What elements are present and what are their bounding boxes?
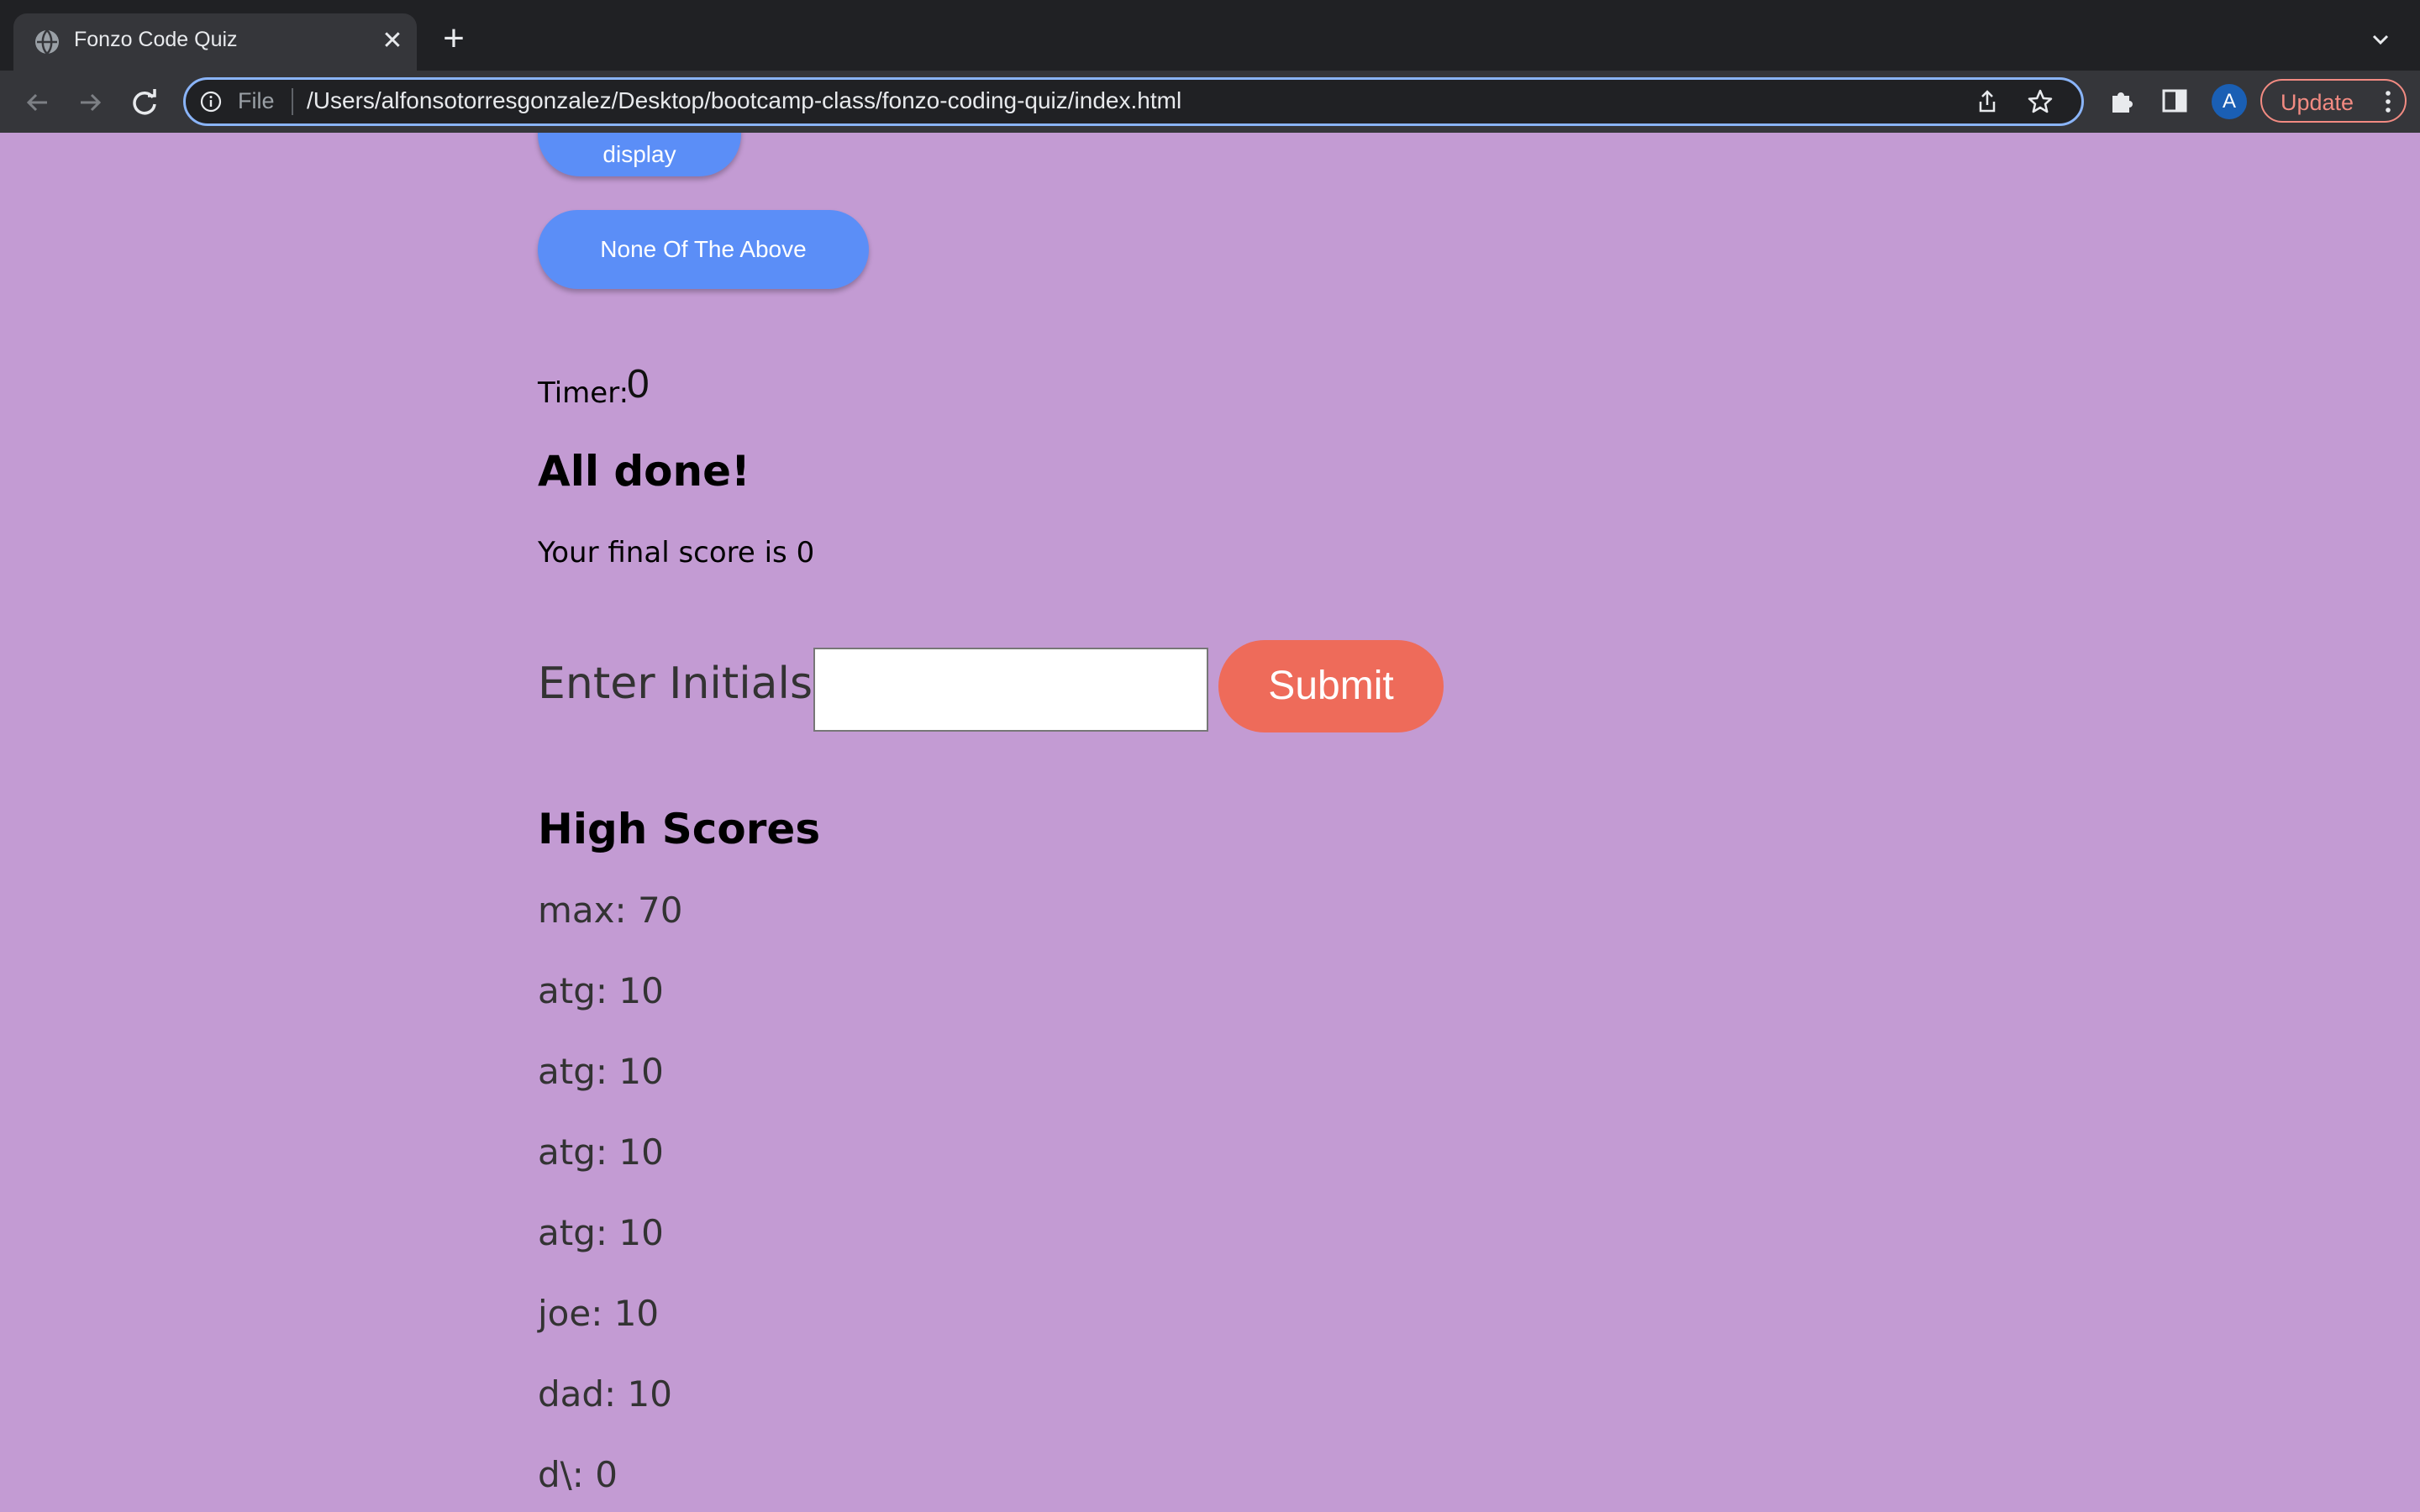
plus-icon[interactable]: + bbox=[437, 20, 471, 57]
tab-fonzo-code-quiz[interactable]: Fonzo Code Quiz ✕ bbox=[13, 13, 417, 71]
final-score-text: Your final score is 0 bbox=[538, 536, 815, 570]
high-score-item: d\: 0 bbox=[538, 1454, 618, 1495]
star-icon[interactable] bbox=[2026, 87, 2054, 116]
update-label: Update bbox=[2281, 90, 2354, 115]
high-score-item: dad: 10 bbox=[538, 1373, 673, 1415]
address-bar[interactable]: File /Users/alfonsotorresgonzalez/Deskto… bbox=[183, 77, 2084, 126]
side-panel-icon[interactable] bbox=[2160, 86, 2190, 116]
back-arrow-icon[interactable] bbox=[20, 86, 54, 119]
answer-button-partial[interactable]: display bbox=[538, 133, 741, 176]
globe-icon bbox=[35, 29, 59, 55]
answer-button-none-of-the-above[interactable]: None Of The Above bbox=[538, 210, 869, 289]
high-score-item: atg: 10 bbox=[538, 1212, 664, 1253]
initials-input[interactable] bbox=[813, 648, 1208, 732]
scheme-label: File bbox=[238, 88, 275, 113]
browser-toolbar: File /Users/alfonsotorresgonzalez/Deskto… bbox=[0, 71, 2420, 133]
high-scores-heading: High Scores bbox=[538, 805, 821, 853]
info-icon[interactable] bbox=[199, 90, 223, 113]
avatar[interactable]: A bbox=[2212, 84, 2247, 119]
answer-button-label: display bbox=[602, 141, 676, 167]
share-icon[interactable] bbox=[1974, 88, 2001, 115]
puzzle-icon[interactable] bbox=[2107, 86, 2138, 116]
close-icon[interactable]: ✕ bbox=[378, 27, 407, 55]
forward-arrow-icon[interactable] bbox=[74, 86, 108, 119]
timer-label: Timer: bbox=[538, 376, 629, 410]
update-button[interactable]: Update bbox=[2260, 79, 2407, 123]
timer-value: 0 bbox=[627, 362, 650, 407]
high-score-item: atg: 10 bbox=[538, 970, 664, 1011]
page-content: display None Of The Above Timer: 0 All d… bbox=[0, 133, 2420, 1512]
omnibox-divider bbox=[292, 88, 293, 115]
kebab-menu-icon[interactable] bbox=[2380, 89, 2396, 114]
high-score-item: max: 70 bbox=[538, 890, 683, 931]
chevron-down-icon[interactable] bbox=[2366, 25, 2395, 54]
all-done-heading: All done! bbox=[538, 447, 750, 496]
high-score-item: atg: 10 bbox=[538, 1051, 664, 1092]
browser-tab-strip: Fonzo Code Quiz ✕ + bbox=[0, 0, 2420, 71]
answer-button-label: None Of The Above bbox=[600, 236, 807, 262]
reload-icon[interactable] bbox=[128, 86, 161, 119]
url-text[interactable]: /Users/alfonsotorresgonzalez/Desktop/boo… bbox=[307, 87, 1181, 114]
high-score-item: atg: 10 bbox=[538, 1131, 664, 1173]
high-scores-list: max: 70 atg: 10 atg: 10 atg: 10 atg: 10 … bbox=[538, 889, 682, 1512]
high-score-item: joe: 10 bbox=[538, 1293, 660, 1334]
submit-button[interactable]: Submit bbox=[1218, 640, 1444, 732]
tab-title: Fonzo Code Quiz bbox=[74, 28, 238, 51]
initials-label: Enter Initials: bbox=[538, 659, 828, 709]
